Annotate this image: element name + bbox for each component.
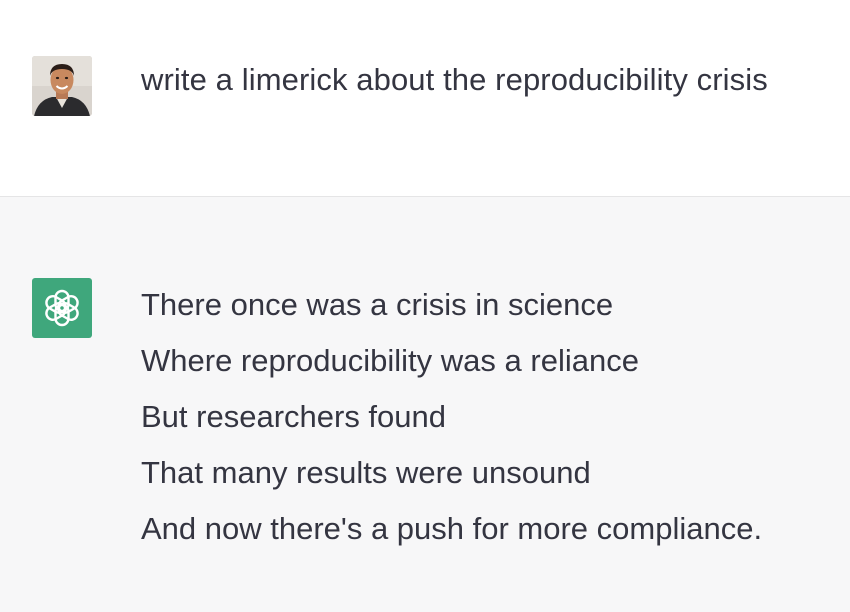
user-message-text: write a limerick about the reproducibili…	[141, 62, 768, 97]
poem-line: That many results were unsound	[141, 455, 591, 490]
openai-logo-icon	[45, 289, 79, 327]
assistant-message-text: There once was a crisis in science Where…	[141, 283, 762, 563]
poem-line: And now there's a push for more complian…	[141, 511, 763, 546]
poem-line: But researchers found	[141, 399, 447, 434]
assistant-avatar	[32, 278, 92, 338]
user-message-row: write a limerick about the reproducibili…	[0, 0, 850, 197]
assistant-message-row: There once was a crisis in science Where…	[0, 197, 850, 612]
poem-line: Where reproducibility was a reliance	[141, 343, 639, 378]
poem-line: There once was a crisis in science	[141, 287, 614, 322]
user-avatar	[32, 56, 92, 116]
user-photo-avatar-icon	[32, 56, 92, 116]
